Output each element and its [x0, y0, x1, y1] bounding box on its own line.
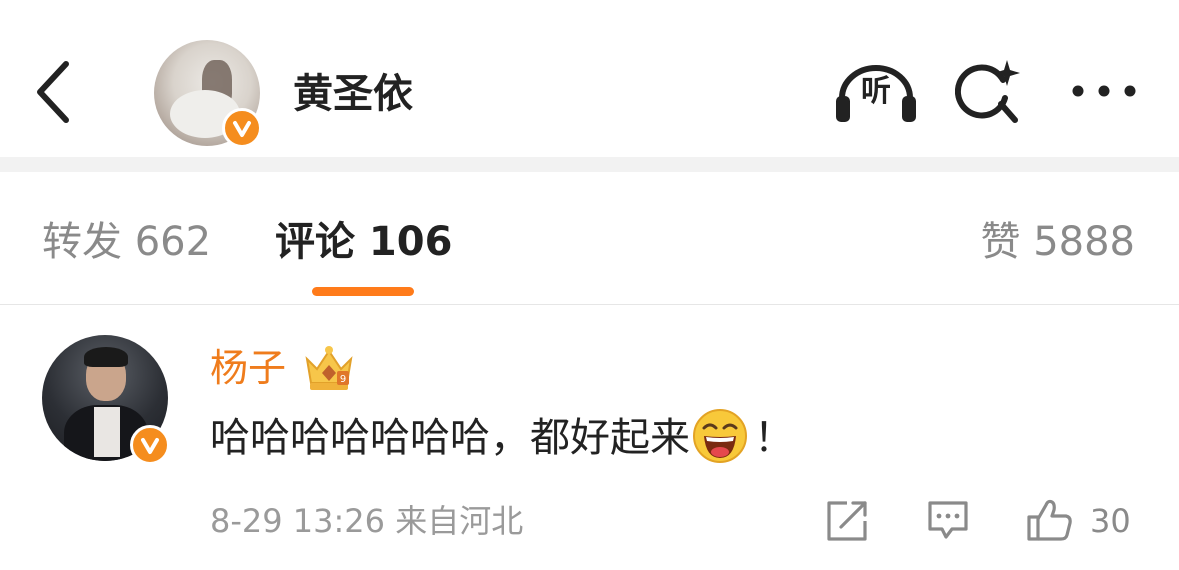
tab-bar: 转发 662 评论 106 赞 5888 — [0, 172, 1179, 305]
tab-repost[interactable]: 转发 662 — [42, 218, 211, 266]
comment-text: 哈哈哈哈哈哈哈，都好起来 ！ — [210, 409, 794, 464]
active-tab-indicator — [312, 287, 414, 296]
comment-text-main: 哈哈哈哈哈哈哈，都好起来 — [210, 415, 690, 461]
tab-comment[interactable]: 评论 106 — [275, 218, 452, 266]
more-button[interactable] — [1068, 78, 1140, 104]
verified-v-icon — [222, 108, 262, 148]
search-sparkle-icon — [954, 60, 1020, 123]
laughing-emoji-icon — [692, 408, 748, 464]
verified-v-icon — [130, 425, 170, 465]
crown-icon[interactable]: 9 — [302, 343, 356, 393]
listen-label: 听 — [861, 74, 891, 109]
share-icon — [827, 501, 867, 541]
top-bar: 黄圣依 听 — [0, 0, 1179, 157]
like-count: 30 — [1090, 502, 1131, 540]
reply-button[interactable] — [926, 497, 970, 543]
listen-button[interactable]: 听 — [832, 60, 920, 126]
comment-item: 杨子 9 哈哈哈哈哈哈哈，都好起来 ！ 8-29 13:26 来自河北 30 — [0, 305, 1179, 570]
search-button[interactable] — [954, 58, 1025, 128]
section-divider — [0, 157, 1179, 172]
comment-text-end: ！ — [754, 415, 794, 461]
chevron-left-icon — [37, 61, 69, 123]
like-button[interactable] — [1026, 497, 1074, 543]
svg-text:9: 9 — [340, 374, 346, 385]
page-title[interactable]: 黄圣依 — [293, 70, 413, 118]
commenter-name[interactable]: 杨子 — [210, 345, 286, 391]
share-button[interactable] — [825, 497, 869, 543]
more-dots-icon — [1072, 85, 1136, 97]
thumbs-up-icon — [1027, 499, 1072, 541]
back-button[interactable] — [30, 58, 78, 126]
comment-meta: 8-29 13:26 来自河北 — [210, 502, 524, 540]
tab-like[interactable]: 赞 5888 — [980, 218, 1135, 266]
reply-comment-icon — [928, 501, 968, 539]
